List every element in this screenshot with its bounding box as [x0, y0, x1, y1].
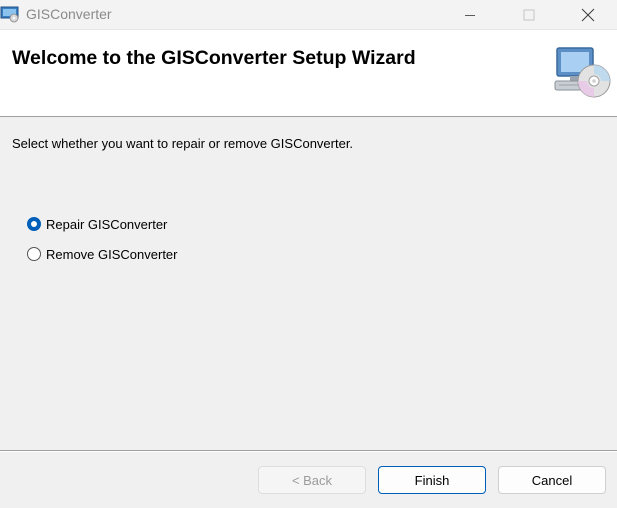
- minimize-icon: [465, 14, 475, 16]
- computer-cd-icon: [554, 47, 611, 98]
- page-title: Welcome to the GISConverter Setup Wizard: [12, 47, 416, 69]
- window-title: GISConverter: [26, 6, 112, 22]
- repair-option[interactable]: Repair GISConverter: [27, 215, 167, 233]
- back-button[interactable]: < Back: [258, 466, 366, 494]
- remove-option[interactable]: Remove GISConverter: [27, 245, 178, 263]
- repair-radio[interactable]: [27, 217, 41, 231]
- title-bar: GISConverter: [0, 0, 617, 30]
- close-button[interactable]: [565, 0, 611, 29]
- app-icon: [0, 6, 19, 23]
- remove-radio[interactable]: [27, 247, 41, 261]
- minimize-button[interactable]: [447, 0, 493, 29]
- remove-label[interactable]: Remove GISConverter: [46, 247, 178, 262]
- footer-divider: [0, 450, 617, 452]
- maximize-icon: [523, 9, 535, 20]
- repair-label[interactable]: Repair GISConverter: [46, 217, 167, 232]
- finish-button[interactable]: Finish: [378, 466, 486, 494]
- cancel-button[interactable]: Cancel: [498, 466, 606, 494]
- close-icon: [581, 8, 595, 21]
- instruction-text: Select whether you want to repair or rem…: [12, 136, 354, 151]
- wizard-header: Welcome to the GISConverter Setup Wizard: [0, 30, 617, 117]
- maximize-button[interactable]: [506, 0, 552, 29]
